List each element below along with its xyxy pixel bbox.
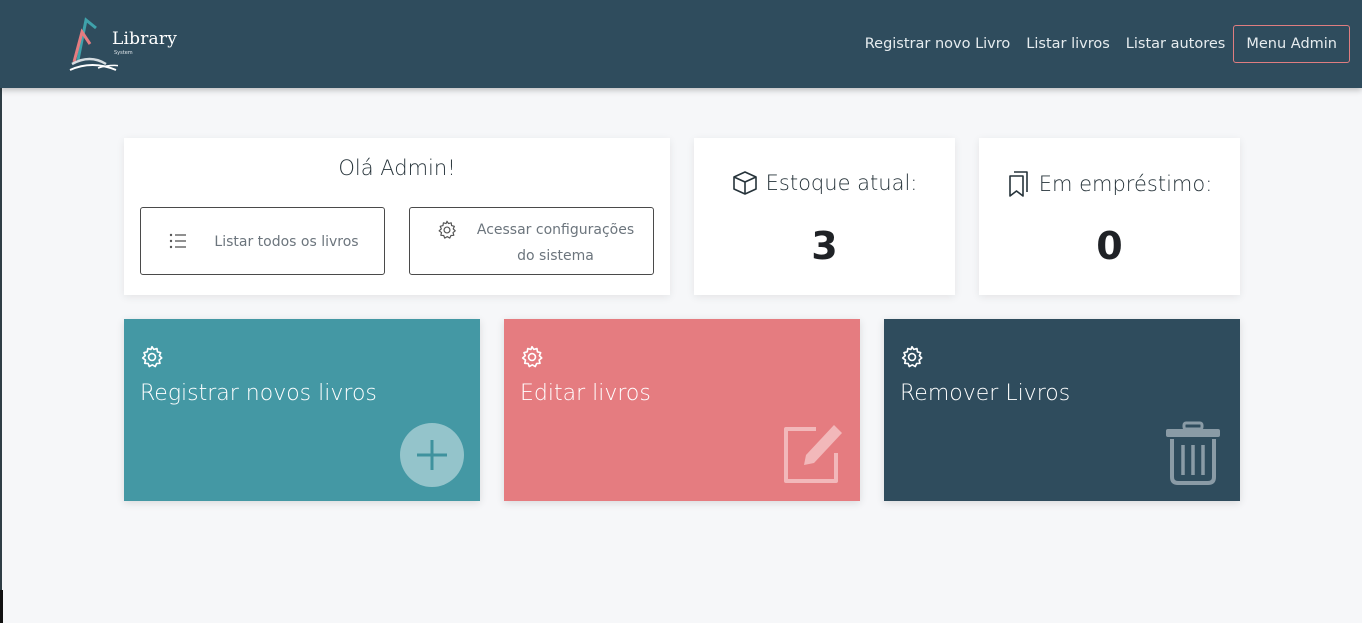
box-icon <box>732 171 757 195</box>
window-edge <box>0 0 2 623</box>
edit-icon <box>784 425 842 483</box>
library-logo[interactable]: Library System <box>68 14 178 76</box>
welcome-title: Olá Admin! <box>338 156 456 180</box>
nav-link-list-books[interactable]: Listar livros <box>1026 36 1110 52</box>
navbar: Library System Registrar novo Livro List… <box>0 0 1362 88</box>
trash-icon <box>1166 421 1220 485</box>
stock-header: Estoque atual: <box>694 170 955 196</box>
welcome-card: Olá Admin! Listar todos os livros Acessa… <box>124 138 670 295</box>
menu-admin-button[interactable]: Menu Admin <box>1233 25 1350 63</box>
gear-icon <box>438 220 456 239</box>
plus-circle-icon <box>400 423 464 487</box>
nav-links: Registrar novo Livro Listar livros Lista… <box>849 25 1350 63</box>
bookmarks-icon <box>1008 171 1028 197</box>
list-all-books-label: Listar todos os livros <box>214 234 359 250</box>
remove-books-title: Remover Livros <box>900 381 1071 406</box>
logo-text: Library <box>112 29 178 49</box>
list-icon <box>169 233 186 249</box>
stock-label: Estoque atual: <box>765 171 918 195</box>
nav-link-register-book[interactable]: Registrar novo Livro <box>865 36 1011 52</box>
gear-icon <box>901 345 923 368</box>
gear-icon <box>141 345 163 368</box>
system-settings-label: Acessar configurações do sistema <box>476 222 635 264</box>
register-books-title: Registrar novos livros <box>140 381 377 406</box>
loan-value: 0 <box>1096 224 1123 268</box>
edit-books-title: Editar livros <box>520 381 651 406</box>
stock-card: Estoque atual: 3 <box>694 138 955 295</box>
register-books-tile[interactable]: Registrar novos livros <box>124 319 480 501</box>
remove-books-tile[interactable]: Remover Livros <box>884 319 1240 501</box>
loan-card: Em empréstimo: 0 <box>979 138 1240 295</box>
stock-value: 3 <box>811 224 838 268</box>
nav-link-list-authors[interactable]: Listar autores <box>1126 36 1226 52</box>
loan-label: Em empréstimo: <box>1038 172 1213 196</box>
logo-subtext: System <box>114 50 133 56</box>
window-edge-bottom <box>0 590 3 623</box>
book-logo-icon <box>69 17 118 71</box>
list-all-books-button[interactable]: Listar todos os livros <box>140 207 385 275</box>
loan-header: Em empréstimo: <box>979 170 1240 198</box>
system-settings-button[interactable]: Acessar configurações do sistema <box>409 207 654 275</box>
gear-icon <box>521 345 543 368</box>
edit-books-tile[interactable]: Editar livros <box>504 319 860 501</box>
